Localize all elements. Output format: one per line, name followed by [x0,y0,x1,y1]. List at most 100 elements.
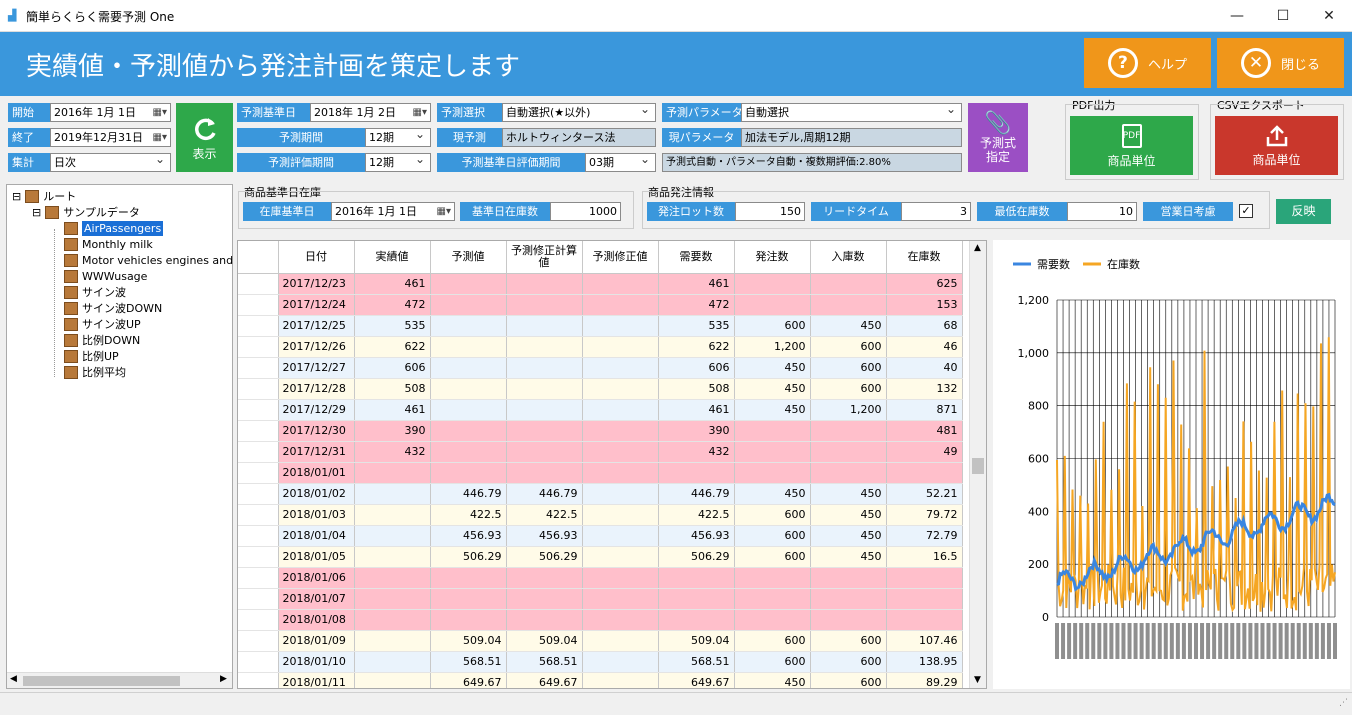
table-cell[interactable]: 506.29 [430,546,507,568]
table-row[interactable]: 2017/12/24 472 472 153 [238,294,963,316]
column-header[interactable]: 実績値 [354,241,431,274]
csv-export-button[interactable]: 商品単位 [1215,116,1338,175]
table-row[interactable]: 2017/12/27 606 606 450 600 40 [238,357,963,379]
table-cell[interactable]: 450 [810,483,887,505]
table-cell[interactable]: 2017/12/26 [278,336,355,358]
close-window-button[interactable]: ✕ [1306,0,1352,32]
table-cell[interactable] [582,504,659,526]
table-cell[interactable] [354,672,431,688]
table-cell[interactable]: 461 [354,399,431,421]
table-cell[interactable]: 461 [658,399,735,421]
base-eval-select[interactable]: 03期 [585,153,656,172]
tree-item[interactable]: サイン波DOWN [64,301,162,316]
column-header[interactable]: 予測値 [430,241,507,274]
table-cell[interactable] [582,609,659,631]
table-cell[interactable]: 456.93 [430,525,507,547]
pdf-export-button[interactable]: PDF 商品単位 [1070,116,1193,175]
table-cell[interactable] [582,672,659,688]
table-cell[interactable]: 2018/01/08 [278,609,355,631]
forecast-base-date-picker[interactable]: 2018年 1月 2日 [310,103,431,122]
table-cell[interactable] [506,420,583,442]
table-cell[interactable] [430,567,507,589]
table-cell[interactable] [506,567,583,589]
formula-button[interactable]: 📎 予測式 指定 [968,103,1028,172]
row-header[interactable] [238,609,279,631]
table-cell[interactable] [886,462,963,484]
table-cell[interactable] [582,336,659,358]
table-cell[interactable] [810,462,887,484]
table-row[interactable]: 2017/12/25 535 535 600 450 68 [238,315,963,337]
table-cell[interactable]: 509.04 [658,630,735,652]
lead-time-input[interactable]: 3 [901,202,971,221]
table-cell[interactable] [430,420,507,442]
column-header[interactable]: 入庫数 [810,241,887,274]
table-cell[interactable]: 52.21 [886,483,963,505]
table-cell[interactable]: 2018/01/05 [278,546,355,568]
end-date-picker[interactable]: 2019年12月31日 [50,128,171,147]
table-cell[interactable]: 2017/12/23 [278,273,355,295]
table-cell[interactable] [430,357,507,379]
table-cell[interactable] [354,483,431,505]
table-cell[interactable] [734,273,811,295]
help-button[interactable]: ? ヘルプ [1084,38,1211,88]
table-cell[interactable]: 600 [734,315,811,337]
row-header[interactable] [238,483,279,505]
table-cell[interactable]: 2018/01/03 [278,504,355,526]
table-cell[interactable]: 2017/12/29 [278,399,355,421]
table-row[interactable]: 2018/01/09 509.04 509.04 509.04 600 600 107.46 [238,630,963,652]
table-cell[interactable] [506,357,583,379]
row-header[interactable] [238,273,279,295]
tree-scroll-thumb[interactable] [23,676,180,686]
table-cell[interactable]: 649.67 [430,672,507,688]
table-cell[interactable]: 2018/01/06 [278,567,355,589]
table-cell[interactable] [810,420,887,442]
table-cell[interactable] [734,441,811,463]
table-cell[interactable]: 79.72 [886,504,963,526]
row-header[interactable] [238,357,279,379]
table-cell[interactable] [582,651,659,673]
table-cell[interactable]: 649.67 [506,672,583,688]
row-header[interactable] [238,672,279,688]
table-cell[interactable] [506,609,583,631]
table-row[interactable]: 2017/12/28 508 508 450 600 132 [238,378,963,400]
table-cell[interactable] [430,441,507,463]
forecast-select-dropdown[interactable]: 自動選択(★以外) [502,103,656,122]
scroll-up-icon[interactable]: ▲ [974,243,981,253]
table-row[interactable]: 2018/01/01 [238,462,963,484]
table-cell[interactable]: 600 [734,525,811,547]
table-cell[interactable] [506,462,583,484]
table-cell[interactable]: 600 [734,630,811,652]
table-row[interactable]: 2017/12/29 461 461 450 1,200 871 [238,399,963,421]
table-cell[interactable] [506,273,583,295]
table-row[interactable]: 2017/12/31 432 432 49 [238,441,963,463]
table-cell[interactable]: 450 [810,546,887,568]
tree-sample-data[interactable]: ⊟ サンプルデータ [32,205,140,220]
stock-date-picker[interactable]: 2016年 1月 1日 [331,202,455,221]
table-cell[interactable] [810,588,887,610]
table-cell[interactable] [506,315,583,337]
table-cell[interactable] [734,567,811,589]
table-row[interactable]: 2018/01/08 [238,609,963,631]
aggregate-select[interactable]: 日次 [50,153,171,172]
stock-qty-input[interactable]: 1000 [550,202,621,221]
table-cell[interactable] [430,399,507,421]
table-cell[interactable]: 2018/01/01 [278,462,355,484]
table-cell[interactable]: 508 [658,378,735,400]
table-row[interactable]: 2018/01/02 446.79 446.79 446.79 450 450 52.21 [238,483,963,505]
tree-item[interactable]: WWWusage [64,269,147,284]
table-cell[interactable]: 2018/01/09 [278,630,355,652]
row-header[interactable] [238,315,279,337]
table-cell[interactable] [354,630,431,652]
table-cell[interactable]: 2018/01/02 [278,483,355,505]
param-select[interactable]: 自動選択 [741,103,962,122]
table-cell[interactable]: 450 [810,504,887,526]
table-cell[interactable]: 600 [810,672,887,688]
table-cell[interactable]: 871 [886,399,963,421]
table-cell[interactable]: 450 [734,483,811,505]
table-cell[interactable] [810,294,887,316]
table-row[interactable]: 2018/01/06 [238,567,963,589]
table-row[interactable]: 2018/01/10 568.51 568.51 568.51 600 600 138.95 [238,651,963,673]
table-cell[interactable] [354,504,431,526]
grid-scroll-thumb[interactable] [972,458,984,474]
table-cell[interactable] [582,483,659,505]
